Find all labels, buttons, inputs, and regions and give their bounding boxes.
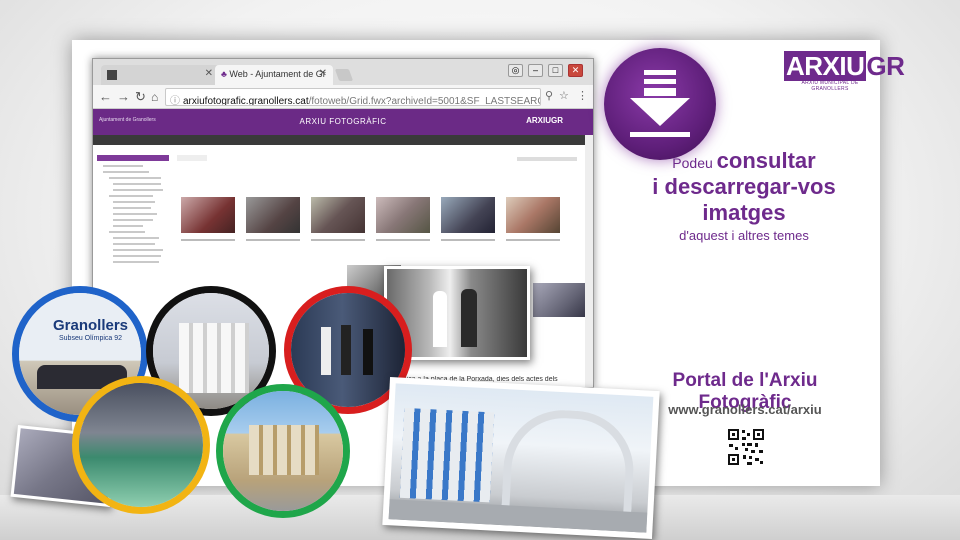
scrollbar[interactable] bbox=[585, 135, 593, 387]
olympic-ring-green-photo bbox=[216, 384, 350, 518]
new-tab-button[interactable] bbox=[334, 69, 354, 81]
site-header: Ajuntament de Granollers ARXIU FOTOGRÀFI… bbox=[93, 109, 593, 135]
portal-url[interactable]: www.granollers.cat/arxiu bbox=[630, 402, 860, 417]
tree-item[interactable] bbox=[113, 189, 163, 191]
photo-thumbnail[interactable] bbox=[506, 197, 560, 233]
tree-item[interactable] bbox=[113, 219, 153, 221]
tree-item[interactable] bbox=[109, 231, 145, 233]
grid-pager[interactable] bbox=[517, 157, 577, 161]
logo-subtitle: ARXIU MUNICIPAL DE GRANOLLERS bbox=[801, 80, 859, 92]
qr-code-icon[interactable] bbox=[727, 428, 765, 466]
info-icon: ⓘ bbox=[170, 96, 180, 106]
tree-item[interactable] bbox=[113, 255, 161, 257]
close-tab-icon[interactable]: ✕ bbox=[205, 68, 213, 79]
download-arrow-icon bbox=[630, 70, 690, 137]
home-icon[interactable]: ⌂ bbox=[151, 89, 158, 105]
thumbnail-caption bbox=[506, 239, 560, 241]
tab-blank[interactable]: ✕ bbox=[101, 65, 219, 85]
promo-line1-prefix: Podeu bbox=[672, 155, 713, 171]
close-window-icon[interactable]: ✕ bbox=[568, 64, 583, 77]
site-logo: ARXIUGR bbox=[526, 116, 563, 125]
grid-toolbar bbox=[177, 155, 207, 161]
tree-item[interactable] bbox=[113, 183, 161, 185]
photo-thumbnail[interactable] bbox=[376, 197, 430, 233]
tree-item[interactable] bbox=[113, 237, 159, 239]
promo-line1-strong: consultar bbox=[716, 148, 816, 173]
tree-item[interactable] bbox=[109, 177, 161, 179]
address-bar[interactable]: ⓘ arxiufotografic.granollers.cat/fotoweb/… bbox=[165, 88, 541, 106]
user-icon[interactable]: ◎ bbox=[508, 64, 523, 77]
close-tab-icon[interactable]: ✕ bbox=[319, 68, 327, 79]
photo-thumbnail[interactable] bbox=[181, 197, 235, 233]
browser-toolbar: ← → ↻ ⌂ ⓘ arxiufotografic.granollers.cat/… bbox=[93, 85, 593, 109]
thumbnail-caption bbox=[441, 239, 495, 241]
promo-line4: d'aquest i altres temes bbox=[679, 228, 809, 243]
arxiu-logo: ARXIUGR ARXIU MUNICIPAL DE GRANOLLERS bbox=[784, 51, 905, 94]
site-search-bar[interactable] bbox=[93, 135, 593, 145]
site-title: ARXIU FOTOGRÀFIC bbox=[299, 117, 387, 126]
url-host: arxiufotografic.granollers.cat bbox=[183, 96, 309, 106]
ring-banner-word: Granollers bbox=[53, 317, 129, 334]
pavilion-photo bbox=[382, 377, 660, 539]
thumbnail-caption bbox=[376, 239, 430, 241]
tab-web-ajuntament[interactable]: ♣ Web - Ajuntament de Gr ✕ bbox=[215, 65, 333, 85]
thumbnail-caption bbox=[246, 239, 300, 241]
promo-line2: i descarregar-vos bbox=[652, 174, 836, 199]
promo-text: Podeu consultar i descarregar-vos imatge… bbox=[620, 148, 868, 243]
url-path: /fotoweb/Grid.fwx?archiveId=5001&SF_LAST… bbox=[308, 96, 540, 106]
tree-item[interactable] bbox=[113, 243, 155, 245]
minimize-icon[interactable]: – bbox=[528, 64, 543, 77]
tab-label: Web - Ajuntament de Gr bbox=[229, 69, 326, 79]
forward-icon[interactable]: → bbox=[117, 89, 130, 105]
menu-icon[interactable]: ⋮ bbox=[577, 89, 588, 102]
sidebar-heading bbox=[97, 155, 169, 161]
back-icon[interactable]: ← bbox=[99, 89, 112, 105]
photo-thumbnail[interactable] bbox=[533, 283, 587, 317]
photo-thumbnail[interactable] bbox=[246, 197, 300, 233]
thumbnail-caption bbox=[311, 239, 365, 241]
tree-item[interactable] bbox=[113, 201, 155, 203]
logo-word-gr: GR bbox=[866, 51, 905, 81]
tab-favicon-icon: ♣ bbox=[221, 69, 227, 79]
photo-thumbnail[interactable] bbox=[311, 197, 365, 233]
photo-thumbnail[interactable] bbox=[441, 197, 495, 233]
ring-banner-sub: Subseu Olímpica 92 bbox=[59, 335, 123, 342]
bookmark-star-icon[interactable]: ☆ bbox=[559, 89, 569, 102]
tree-item[interactable] bbox=[113, 207, 151, 209]
olympic-ring-yellow-photo bbox=[72, 376, 210, 514]
tree-item[interactable] bbox=[103, 165, 143, 167]
logo-word-arxiu: ARXIU bbox=[784, 51, 867, 81]
tree-item[interactable] bbox=[103, 171, 149, 173]
zoom-icon[interactable]: ⚲ bbox=[545, 89, 553, 102]
tree-item[interactable] bbox=[113, 261, 159, 263]
reload-icon[interactable]: ↻ bbox=[135, 89, 146, 105]
tree-item[interactable] bbox=[109, 195, 153, 197]
tab-favicon-icon bbox=[107, 69, 117, 80]
tree-item[interactable] bbox=[113, 213, 157, 215]
maximize-icon[interactable]: □ bbox=[548, 64, 563, 77]
tree-item[interactable] bbox=[113, 249, 163, 251]
download-icon bbox=[604, 48, 716, 160]
tree-item[interactable] bbox=[113, 225, 143, 227]
thumbnail-caption bbox=[181, 239, 235, 241]
promo-line3: imatges bbox=[702, 200, 786, 225]
tab-bar: ✕ ♣ Web - Ajuntament de Gr ✕ ◎ – □ ✕ bbox=[93, 59, 593, 85]
